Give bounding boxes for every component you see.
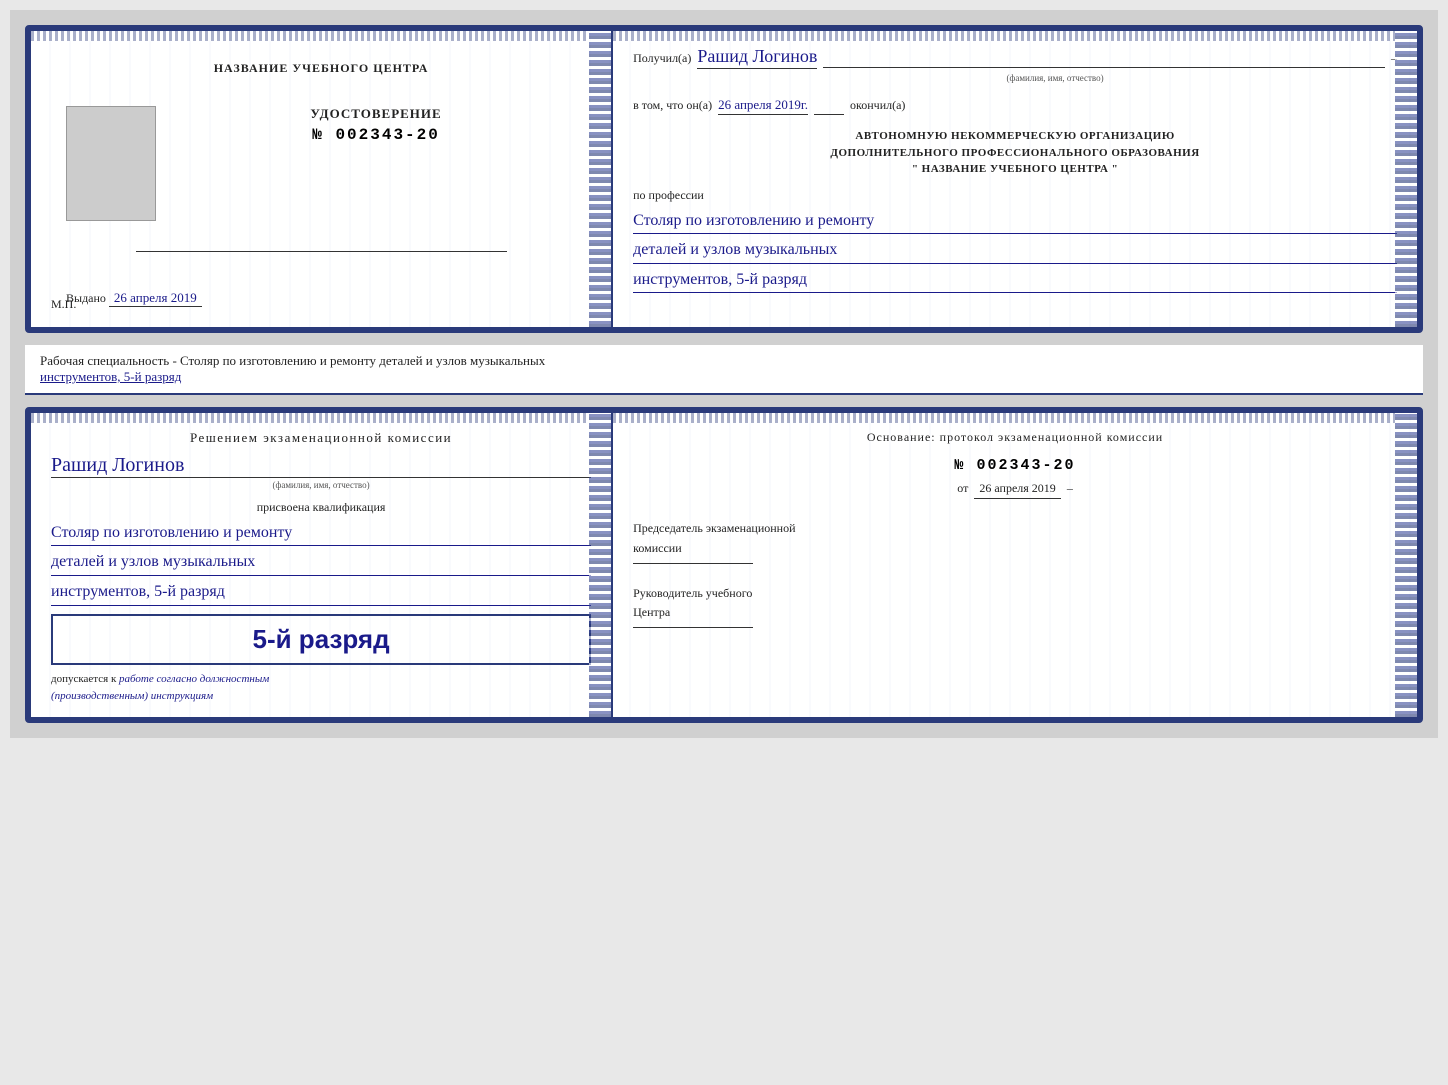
protocol-number: № 002343-20 xyxy=(633,457,1397,474)
info-line2: инструментов, 5-й разряд xyxy=(40,369,1408,385)
name-sublabel-top: (фамилия, имя, отчество) xyxy=(713,73,1397,83)
allowed-italic2: (производственным) инструкциям xyxy=(51,690,213,702)
org-name-quoted: " НАЗВАНИЕ УЧЕБНОГО ЦЕНТРА " xyxy=(633,161,1397,178)
profession-line1-top: Столяр по изготовлению и ремонту xyxy=(633,208,1397,235)
org-name-top: НАЗВАНИЕ УЧЕБНОГО ЦЕНТРА xyxy=(214,61,429,76)
head-line1: Руководитель учебного xyxy=(633,584,1397,603)
top-left-panel: НАЗВАНИЕ УЧЕБНОГО ЦЕНТРА УДОСТОВЕРЕНИЕ №… xyxy=(31,31,613,327)
graduated-label: окончил(а) xyxy=(850,98,905,113)
allowed-line: допускается к работе согласно должностны… xyxy=(51,673,591,685)
assigned-label: присвоена квалификация xyxy=(51,500,591,515)
rank-big: 5-й разряд xyxy=(63,624,579,655)
basis-label: Основание: протокол экзаменационной коми… xyxy=(633,428,1397,447)
info-line1: Рабочая специальность - Столяр по изгото… xyxy=(40,353,1408,369)
stripe-right-bottom-right xyxy=(1395,413,1417,717)
received-prefix: Получил(а) xyxy=(633,51,691,66)
org-type-line1: АВТОНОМНУЮ НЕКОММЕРЧЕСКУЮ ОРГАНИЗАЦИЮ xyxy=(633,128,1397,145)
chairman-sign-line xyxy=(633,563,753,564)
stripe-right-top-right-decoration xyxy=(1395,31,1417,327)
bottom-certificate-card: Решением экзаменационной комиссии Рашид … xyxy=(25,407,1423,723)
stripe-top-decoration xyxy=(31,31,589,41)
allowed-italic1: работе согласно должностным xyxy=(119,673,269,685)
issued-line: Выдано 26 апреля 2019 xyxy=(56,290,202,307)
info-text-block: Рабочая специальность - Столяр по изгото… xyxy=(25,345,1423,395)
photo-placeholder xyxy=(66,106,156,221)
recipient-name-bottom: Рашид Логинов xyxy=(51,454,184,476)
profession-line3-bottom: инструментов, 5-й разряд xyxy=(51,579,591,606)
profession-line3-top: инструментов, 5-й разряд xyxy=(633,267,1397,294)
org-type-block: АВТОНОМНУЮ НЕКОММЕРЧЕСКУЮ ОРГАНИЗАЦИЮ ДО… xyxy=(633,128,1397,178)
in-that-prefix: в том, что он(а) xyxy=(633,98,712,113)
commission-title: Решением экзаменационной комиссии xyxy=(51,428,591,449)
profession-line1-bottom: Столяр по изготовлению и ремонту xyxy=(51,520,591,547)
chairman-line2: комиссии xyxy=(633,539,1397,558)
doc-type-label: УДОСТОВЕРЕНИЕ xyxy=(310,106,441,122)
head-sign-line xyxy=(633,627,753,628)
qualification-box: 5-й разряд xyxy=(51,614,591,665)
stripe-top-bottom-right xyxy=(613,413,1395,423)
bottom-right-panel: Основание: протокол экзаменационной коми… xyxy=(613,413,1417,717)
mp-label: М.П. xyxy=(51,297,76,312)
profession-line2-top: деталей и узлов музыкальных xyxy=(633,237,1397,264)
org-type-line2: ДОПОЛНИТЕЛЬНОГО ПРОФЕССИОНАЛЬНОГО ОБРАЗО… xyxy=(633,145,1397,162)
date-prefix-bottom: от xyxy=(957,479,968,498)
stripe-right-decoration xyxy=(589,31,611,327)
chairman-line1: Председатель экзаменационной xyxy=(633,519,1397,538)
bottom-left-panel: Решением экзаменационной комиссии Рашид … xyxy=(31,413,613,717)
issued-date: 26 апреля 2019 xyxy=(109,290,202,307)
doc-number: № 002343-20 xyxy=(312,126,440,144)
stripe-top-bottom-left xyxy=(31,413,589,423)
top-right-panel: Получил(а) Рашид Логинов – (фамилия, имя… xyxy=(613,31,1417,327)
profession-prefix: по профессии xyxy=(633,188,1397,203)
name-sublabel-bottom: (фамилия, имя, отчество) xyxy=(51,480,591,490)
head-line2: Центра xyxy=(633,603,1397,622)
date-value-bottom: 26 апреля 2019 xyxy=(974,479,1060,499)
date-graduated: 26 апреля 2019г. xyxy=(718,97,808,115)
stripe-top-right-decoration xyxy=(613,31,1395,41)
allowed-prefix: допускается к xyxy=(51,673,116,685)
recipient-name-top: Рашид Логинов xyxy=(697,46,817,69)
allowed-line2: (производственным) инструкциям xyxy=(51,690,591,702)
page-wrapper: НАЗВАНИЕ УЧЕБНОГО ЦЕНТРА УДОСТОВЕРЕНИЕ №… xyxy=(10,10,1438,738)
top-certificate-card: НАЗВАНИЕ УЧЕБНОГО ЦЕНТРА УДОСТОВЕРЕНИЕ №… xyxy=(25,25,1423,333)
stripe-right-bottom-left xyxy=(589,413,611,717)
profession-line2-bottom: деталей и узлов музыкальных xyxy=(51,549,591,576)
